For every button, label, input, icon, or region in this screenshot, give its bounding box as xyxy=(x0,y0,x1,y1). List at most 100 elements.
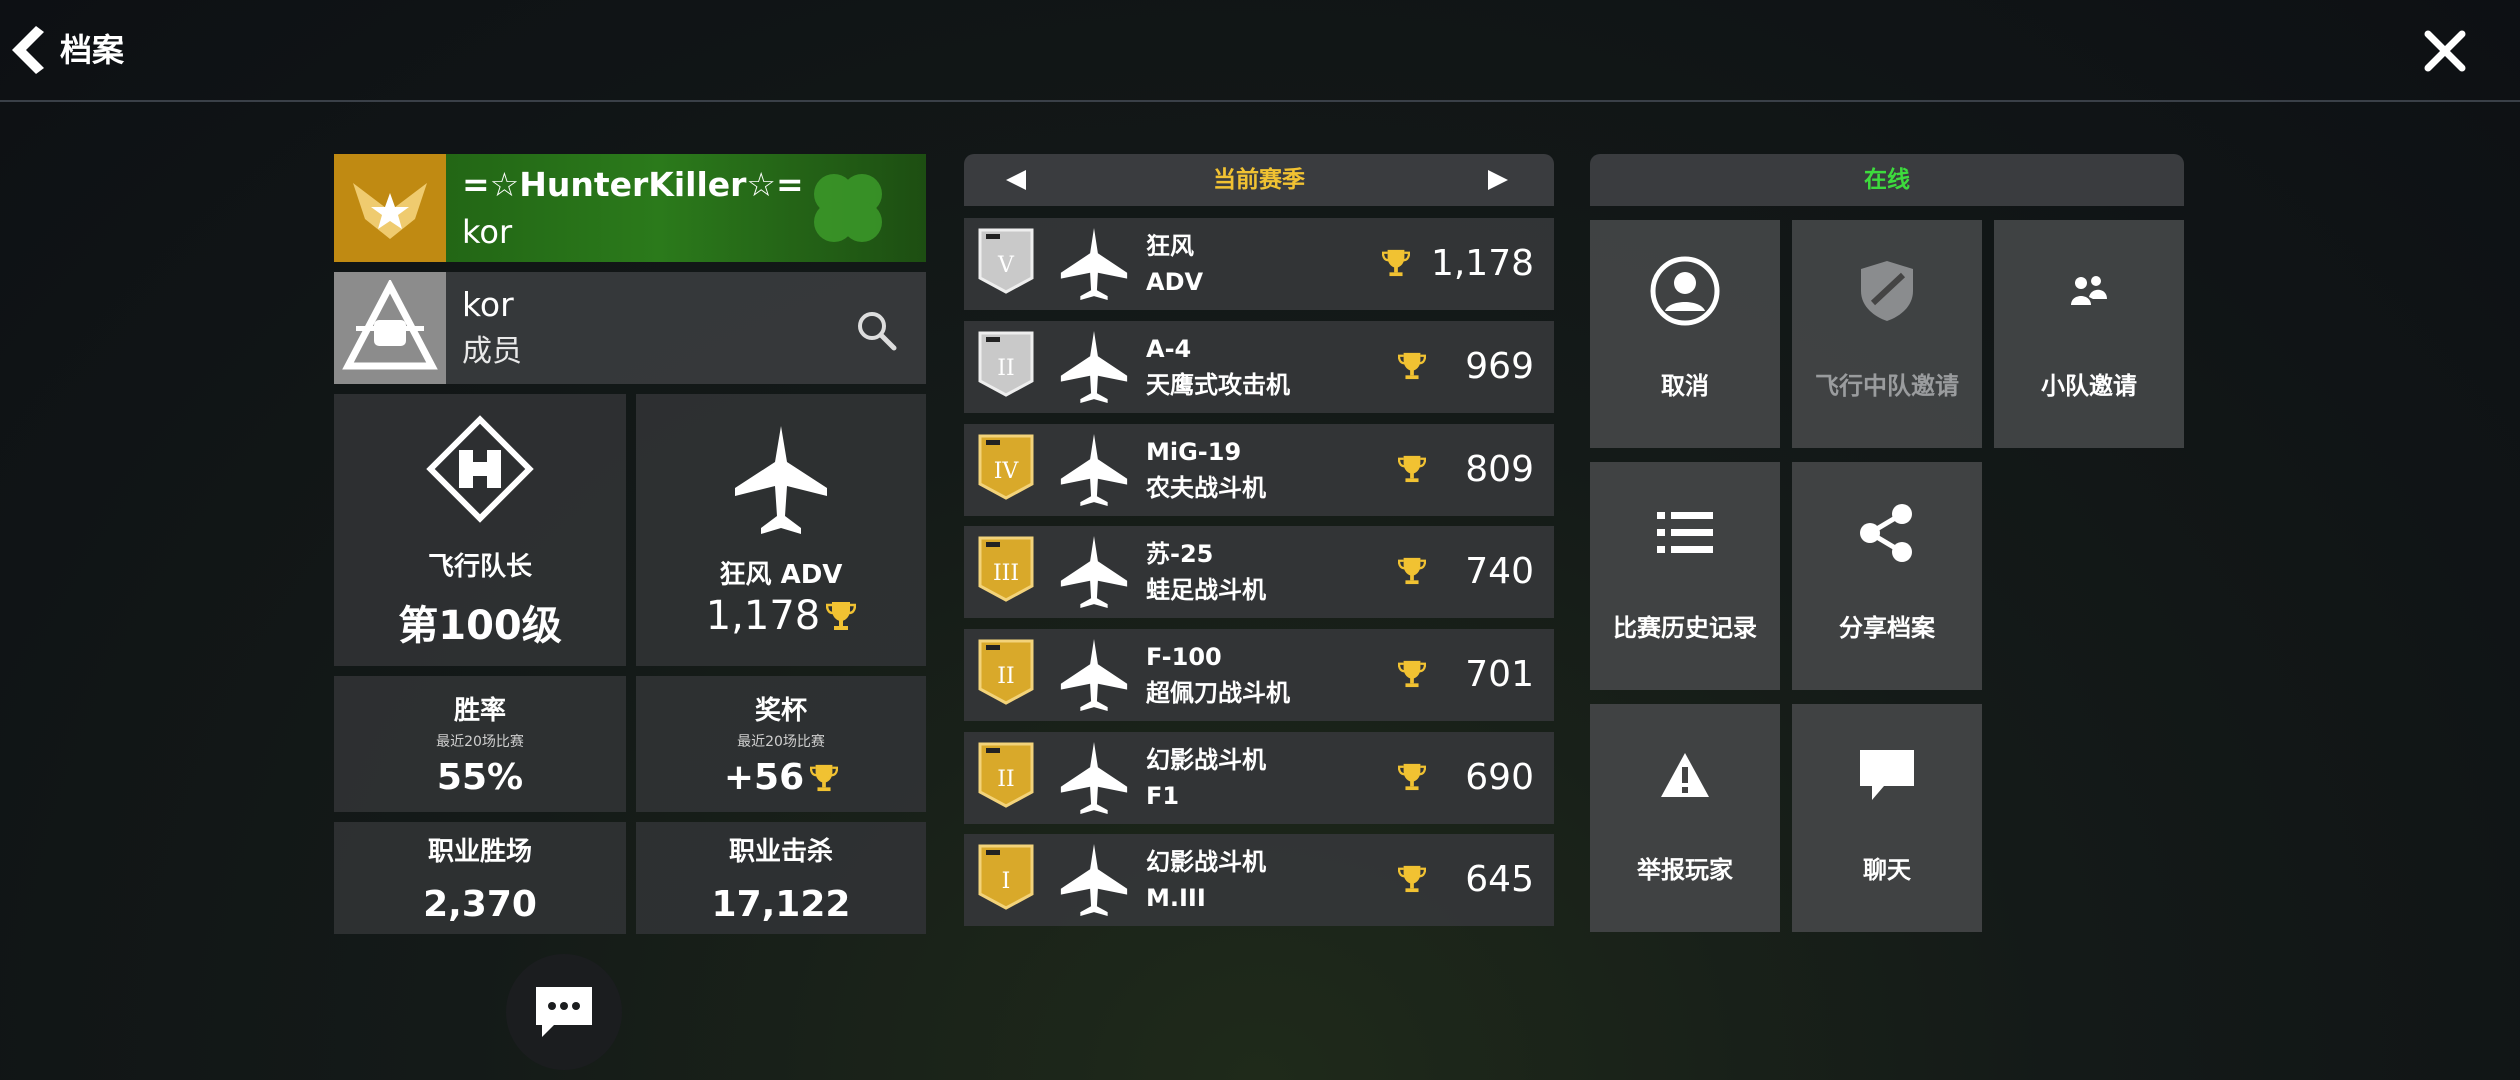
plane-icon xyxy=(1060,433,1128,507)
aircraft-subname: 蛙足战斗机 xyxy=(1146,576,1266,604)
online-status: 在线 xyxy=(1864,167,1910,193)
tier-badge-icon: III xyxy=(978,536,1034,602)
tier-numeral: II xyxy=(997,356,1014,381)
tier-badge-icon: V xyxy=(978,228,1034,294)
aircraft-cups: 740 xyxy=(1465,551,1534,592)
career-wins-label: 职业胜场 xyxy=(427,837,532,867)
trophies-value: +56 xyxy=(723,757,805,798)
plane-icon xyxy=(1060,227,1128,301)
tier-numeral: V xyxy=(997,253,1015,278)
share-profile-button[interactable]: 分享档案 xyxy=(1792,462,1982,690)
best-aircraft-name: 狂风 ADV xyxy=(719,559,843,590)
aircraft-name: 苏-25 xyxy=(1146,540,1214,568)
aircraft-row[interactable]: I 幻影战斗机 M.III 645 xyxy=(964,834,1554,926)
aircraft-row[interactable]: II A-4 天鹰式攻击机 969 xyxy=(964,321,1554,413)
player-card: =☆HunterKiller☆= kor xyxy=(334,154,926,262)
tier-badge-icon: II xyxy=(978,639,1034,705)
aircraft-cups: 645 xyxy=(1465,859,1534,900)
tier-numeral: II xyxy=(997,767,1014,792)
chat-label: 聊天 xyxy=(1863,856,1911,884)
report-player-button[interactable]: 举报玩家 xyxy=(1590,704,1780,932)
aircraft-cups: 809 xyxy=(1465,449,1534,490)
user-circle-icon xyxy=(1635,246,1735,336)
group-icon xyxy=(2039,246,2139,336)
top-bar xyxy=(0,0,2520,102)
aircraft-name: 幻影战斗机 xyxy=(1146,848,1266,876)
aircraft-cups: 969 xyxy=(1465,346,1534,387)
trophy-icon xyxy=(810,764,839,791)
clan-card[interactable]: kor 成员 xyxy=(334,272,926,384)
tier-badge-icon: II xyxy=(978,742,1034,808)
best-aircraft-cups: 1,178 xyxy=(705,592,821,639)
warning-icon xyxy=(1635,730,1735,820)
trophies-sub: 最近20场比赛 xyxy=(737,734,825,750)
tier-numeral: III xyxy=(993,561,1019,586)
aircraft-name: 狂风 xyxy=(1146,232,1194,260)
triangle-right-icon[interactable] xyxy=(1486,168,1510,192)
season-header: 当前赛季 xyxy=(964,154,1554,206)
win-rate-tile: 胜率 最近20场比赛 55% xyxy=(334,676,626,812)
win-rate-value: 55% xyxy=(436,757,524,798)
clan-role: 成员 xyxy=(462,334,522,369)
career-wins-tile: 职业胜场 2,370 xyxy=(334,822,626,934)
aircraft-row[interactable]: III 苏-25 蛙足战斗机 740 xyxy=(964,526,1554,618)
season-title: 当前赛季 xyxy=(1213,167,1305,193)
aircraft-row[interactable]: V 狂风 ADV 1,178 xyxy=(964,218,1554,310)
tier-numeral: I xyxy=(1002,869,1011,894)
aircraft-cups: 1,178 xyxy=(1430,243,1534,284)
match-history-button[interactable]: 比赛历史记录 xyxy=(1590,462,1780,690)
party-invite-button[interactable]: 小队邀请 xyxy=(1994,220,2184,448)
trophies-tile: 奖杯 最近20场比赛 +56 xyxy=(636,676,926,812)
close-icon[interactable] xyxy=(2420,26,2470,76)
aircraft-name: A-4 xyxy=(1146,335,1192,363)
rank-insignia-icon xyxy=(334,154,446,262)
rank-diamond-icon xyxy=(426,414,534,523)
triangle-left-icon[interactable] xyxy=(1004,168,1028,192)
chat-button[interactable]: 聊天 xyxy=(1792,704,1982,932)
aircraft-row[interactable]: II 幻影战斗机 F1 690 xyxy=(964,732,1554,824)
aircraft-row[interactable]: II F-100 超佩刀战斗机 701 xyxy=(964,629,1554,721)
squadron-invite-label: 飞行中队邀请 xyxy=(1815,372,1959,400)
career-kills-tile: 职业击杀 17,122 xyxy=(636,822,926,934)
aircraft-subname: 农夫战斗机 xyxy=(1146,474,1266,502)
tier-badge-icon: II xyxy=(978,331,1034,397)
squadron-invite-button[interactable]: 飞行中队邀请 xyxy=(1792,220,1982,448)
clan-emblem-icon xyxy=(334,272,446,384)
career-kills-value: 17,122 xyxy=(711,884,851,925)
rank-title: 飞行队长 xyxy=(427,551,532,582)
plane-icon xyxy=(1060,638,1128,712)
tier-numeral: II xyxy=(997,664,1014,689)
match-history-label: 比赛历史记录 xyxy=(1613,614,1757,642)
aircraft-row[interactable]: IV MiG-19 农夫战斗机 809 xyxy=(964,424,1554,516)
chat-bubble-icon xyxy=(536,987,592,1037)
share-profile-label: 分享档案 xyxy=(1839,614,1935,642)
aircraft-name: F-100 xyxy=(1146,643,1222,671)
career-wins-value: 2,370 xyxy=(423,884,537,925)
tier-numeral: IV xyxy=(994,459,1020,484)
aircraft-subname: M.III xyxy=(1146,884,1206,912)
clover-icon xyxy=(814,174,882,242)
aircraft-name: 幻影战斗机 xyxy=(1146,746,1266,774)
share-icon xyxy=(1837,488,1937,578)
search-icon[interactable] xyxy=(854,308,898,352)
chat-bubble-button[interactable] xyxy=(506,954,622,1070)
aircraft-subname: ADV xyxy=(1146,268,1204,296)
report-player-label: 举报玩家 xyxy=(1637,856,1733,884)
party-invite-label: 小队邀请 xyxy=(2041,372,2137,400)
chat-icon xyxy=(1837,730,1937,820)
shield-icon xyxy=(1837,246,1937,336)
aircraft-subname: F1 xyxy=(1146,782,1180,810)
aircraft-cups: 701 xyxy=(1465,654,1534,695)
chevron-left-icon[interactable] xyxy=(6,22,50,78)
clan-name: kor xyxy=(462,285,514,324)
player-level: 第100级 xyxy=(398,602,562,649)
trophy-icon xyxy=(826,601,857,630)
career-kills-label: 职业击杀 xyxy=(728,837,833,867)
tier-badge-icon: I xyxy=(978,844,1034,910)
tier-badge-icon: IV xyxy=(978,434,1034,500)
aircraft-name: MiG-19 xyxy=(1146,438,1242,466)
best-aircraft-tile[interactable]: 狂风 ADV 1,178 xyxy=(636,394,926,666)
plane-icon xyxy=(1060,741,1128,815)
cancel-button[interactable]: 取消 xyxy=(1590,220,1780,448)
win-rate-sub: 最近20场比赛 xyxy=(436,734,524,750)
